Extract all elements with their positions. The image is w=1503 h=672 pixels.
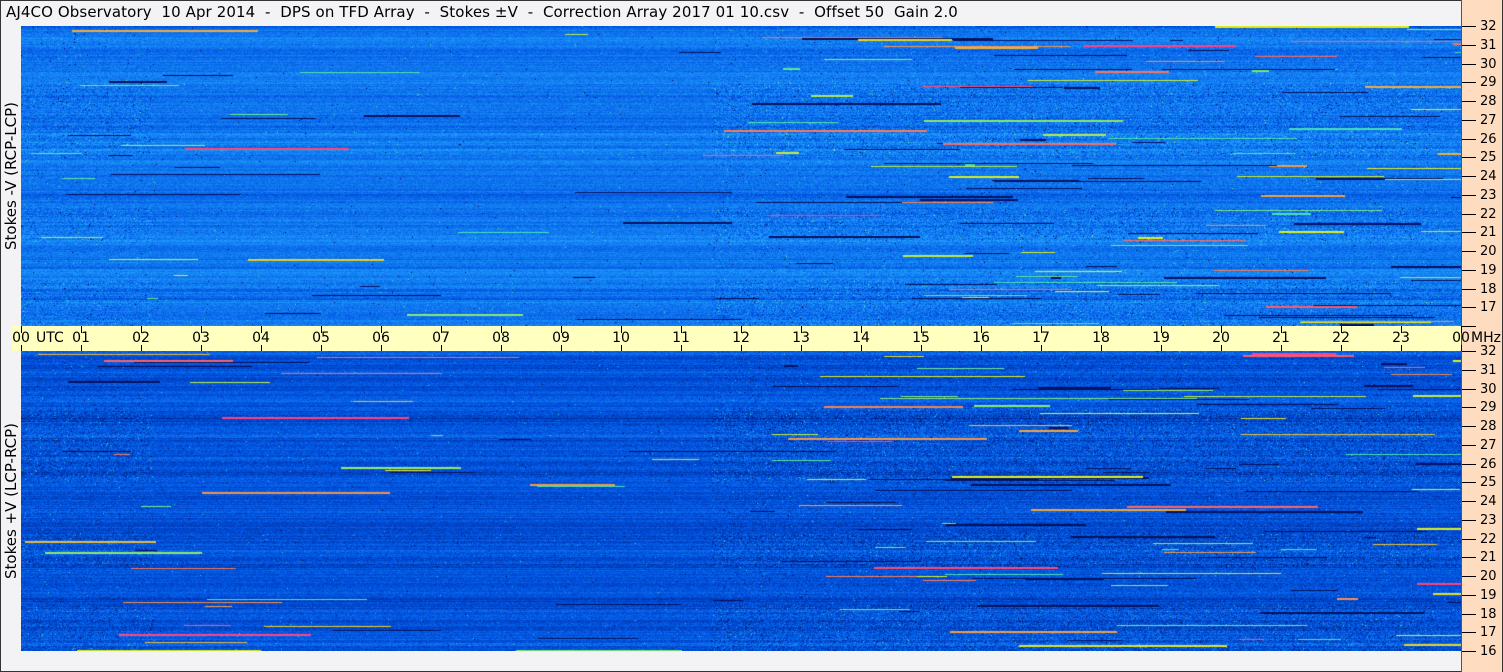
- freq-tick: [1462, 214, 1476, 215]
- time-unit-label: UTC: [36, 330, 64, 346]
- freq-tick: [1462, 651, 1476, 652]
- freq-tick: [1462, 120, 1476, 121]
- freq-tick-label: 31: [1480, 363, 1497, 378]
- time-tick-label: 09: [552, 330, 570, 346]
- freq-tick-label: 25: [1480, 150, 1497, 165]
- freq-tick-label: 23: [1480, 513, 1497, 528]
- time-tick-label: 16: [972, 330, 990, 346]
- freq-tick-label: 21: [1480, 225, 1497, 240]
- freq-tick: [1462, 195, 1476, 196]
- freq-tick-label: 18: [1480, 607, 1497, 622]
- freq-tick: [1462, 520, 1476, 521]
- time-tick-label: 10: [612, 330, 630, 346]
- time-tick-label: 15: [912, 330, 930, 346]
- freq-tick: [1462, 370, 1476, 371]
- time-tick-label: 20: [1212, 330, 1230, 346]
- freq-tick-label: 30: [1480, 57, 1497, 72]
- freq-tick: [1462, 351, 1476, 352]
- time-tick-label: 02: [132, 330, 150, 346]
- freq-tick: [1462, 26, 1476, 27]
- freq-tick: [1462, 64, 1476, 65]
- freq-tick-label: 24: [1480, 169, 1497, 184]
- freq-tick: [1462, 176, 1476, 177]
- freq-tick: [1462, 157, 1476, 158]
- freq-tick: [1462, 326, 1476, 327]
- time-tick-label: 03: [192, 330, 210, 346]
- freq-tick: [1462, 270, 1476, 271]
- freq-tick: [1462, 557, 1476, 558]
- freq-tick: [1462, 576, 1476, 577]
- time-tick-label: 18: [1092, 330, 1110, 346]
- freq-tick-label: 18: [1480, 282, 1497, 297]
- freq-tick: [1462, 307, 1476, 308]
- freq-tick: [1462, 614, 1476, 615]
- freq-tick-label: 20: [1480, 569, 1497, 584]
- freq-tick-label: 19: [1480, 588, 1497, 603]
- time-tick-label: 06: [372, 330, 390, 346]
- freq-tick-label: 28: [1480, 94, 1497, 109]
- spectrogram-stokes-minus-v: [21, 26, 1461, 326]
- freq-tick-label: 19: [1480, 263, 1497, 278]
- freq-tick-label: 32: [1480, 19, 1497, 34]
- freq-tick-label: 17: [1480, 300, 1497, 315]
- freq-tick-label: 22: [1480, 532, 1497, 547]
- freq-tick-label: 23: [1480, 188, 1497, 203]
- freq-tick: [1462, 232, 1476, 233]
- freq-tick: [1462, 45, 1476, 46]
- freq-tick: [1462, 139, 1476, 140]
- panel-label-bottom: Stokes +V (LCP-RCP): [2, 423, 20, 579]
- freq-tick: [1462, 482, 1476, 483]
- freq-tick: [1462, 501, 1476, 502]
- time-tick-label: 13: [792, 330, 810, 346]
- freq-tick-label: 29: [1480, 400, 1497, 415]
- time-tick-label: 21: [1272, 330, 1290, 346]
- freq-tick: [1462, 464, 1476, 465]
- freq-tick-label: 22: [1480, 207, 1497, 222]
- freq-unit-label: MHz: [1471, 330, 1501, 346]
- freq-tick-label: 25: [1480, 475, 1497, 490]
- time-tick-label: 23: [1392, 330, 1410, 346]
- freq-tick: [1462, 539, 1476, 540]
- time-tick-label: 00: [1452, 330, 1470, 346]
- freq-tick: [1462, 595, 1476, 596]
- freq-tick-label: 24: [1480, 494, 1497, 509]
- time-tick-label: 04: [252, 330, 270, 346]
- freq-tick: [1462, 289, 1476, 290]
- time-tick-label: 17: [1032, 330, 1050, 346]
- time-tick-label: 08: [492, 330, 510, 346]
- freq-tick-label: 17: [1480, 625, 1497, 640]
- time-tick-label: 14: [852, 330, 870, 346]
- freq-tick-label: 21: [1480, 550, 1497, 565]
- time-tick-label: 01: [72, 330, 90, 346]
- freq-tick: [1462, 101, 1476, 102]
- time-tick-label: 19: [1152, 330, 1170, 346]
- freq-tick-label: 27: [1480, 113, 1497, 128]
- freq-tick: [1462, 407, 1476, 408]
- time-tick-label: 12: [732, 330, 750, 346]
- time-tick-label: 22: [1332, 330, 1350, 346]
- time-tick-label: 11: [672, 330, 690, 346]
- spectrogram-stokes-plus-v: [21, 351, 1461, 651]
- freq-tick: [1462, 426, 1476, 427]
- freq-tick-label: 31: [1480, 38, 1497, 53]
- freq-tick-label: 32: [1480, 344, 1497, 359]
- chart-title: AJ4CO Observatory 10 Apr 2014 - DPS on T…: [6, 3, 958, 21]
- freq-tick-label: 20: [1480, 244, 1497, 259]
- freq-tick: [1462, 389, 1476, 390]
- panel-label-top: Stokes -V (RCP-LCP): [2, 102, 20, 250]
- freq-tick-label: 29: [1480, 75, 1497, 90]
- freq-tick-label: 16: [1480, 644, 1497, 659]
- freq-tick: [1462, 632, 1476, 633]
- freq-tick-label: 27: [1480, 438, 1497, 453]
- time-tick-label: 00: [12, 330, 30, 346]
- freq-tick: [1462, 251, 1476, 252]
- freq-tick-label: 28: [1480, 419, 1497, 434]
- time-tick-label: 05: [312, 330, 330, 346]
- freq-tick-label: 30: [1480, 382, 1497, 397]
- freq-tick: [1462, 445, 1476, 446]
- freq-tick-label: 26: [1480, 132, 1497, 147]
- freq-tick-label: 26: [1480, 457, 1497, 472]
- time-tick-label: 07: [432, 330, 450, 346]
- freq-tick: [1462, 82, 1476, 83]
